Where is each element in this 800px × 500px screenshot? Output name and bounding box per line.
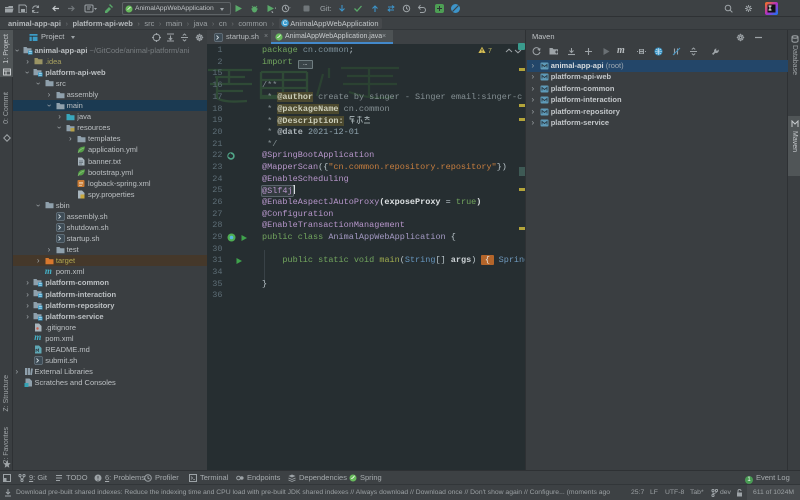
- svg-text:C: C: [282, 21, 287, 27]
